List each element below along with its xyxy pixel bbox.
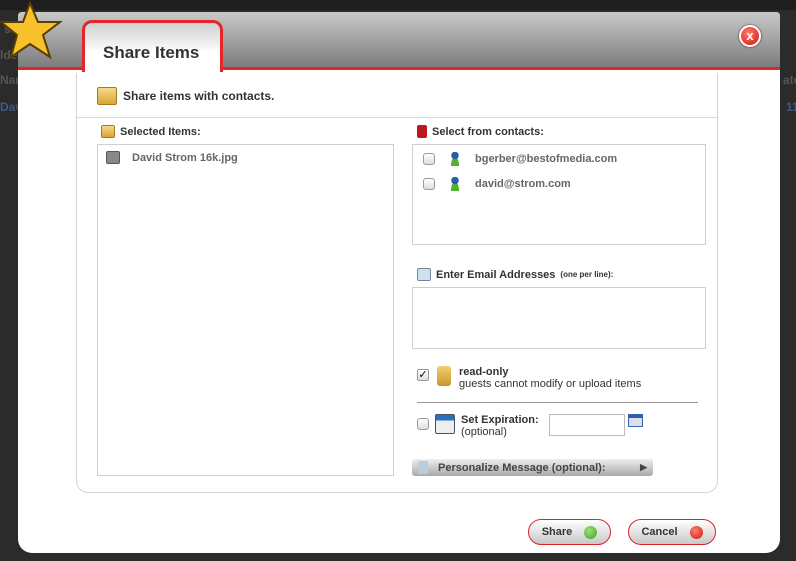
subtitle: Share items with contacts. (97, 87, 274, 105)
read-only-option: ✓ read-only guests cannot modify or uploa… (417, 366, 641, 390)
selected-items-list[interactable]: David Strom 16k.jpg (97, 144, 394, 476)
folder-icon (97, 87, 117, 105)
expiration-option: Set Expiration: (optional) (417, 414, 539, 438)
email-addresses-input[interactable] (412, 287, 706, 349)
contact-email: david@strom.com (475, 178, 571, 190)
email-icon (417, 268, 431, 281)
cancel-button[interactable]: Cancel (628, 519, 716, 545)
note-icon (418, 461, 428, 474)
folder-icon (101, 125, 115, 138)
subtitle-text: Share items with contacts. (123, 89, 275, 103)
item-name: David Strom 16k.jpg (132, 151, 238, 164)
address-book-icon (417, 125, 427, 138)
background-text: 11 (786, 100, 796, 114)
read-only-title: read-only (459, 366, 509, 378)
contact-row[interactable]: bgerber@bestofmedia.com (423, 152, 617, 166)
personalize-message-toggle[interactable]: Personalize Message (optional): ▶ (412, 459, 653, 476)
star-icon (0, 0, 63, 60)
expiration-hint: (optional) (461, 426, 507, 438)
check-go-icon (584, 525, 598, 539)
contact-checkbox[interactable] (423, 178, 435, 190)
stop-icon (689, 525, 703, 539)
personalize-label: Personalize Message (optional): (438, 461, 606, 474)
share-items-dialog: Share Items x Share items with contacts.… (18, 12, 780, 553)
label-text: Select from contacts: (432, 125, 544, 138)
background-text: ate (783, 73, 796, 87)
label-text: Selected Items: (120, 125, 201, 138)
dialog-title-tab: Share Items (82, 20, 223, 72)
calendar-icon[interactable] (628, 414, 643, 427)
contact-email: bgerber@bestofmedia.com (475, 153, 618, 165)
calendar-date-icon (435, 414, 455, 434)
divider (77, 117, 717, 118)
share-button[interactable]: Share (528, 519, 611, 545)
image-file-icon (106, 151, 120, 164)
selected-items-label: Selected Items: (101, 125, 201, 138)
label-text: Enter Email Addresses (436, 268, 556, 281)
cancel-label: Cancel (641, 526, 678, 538)
expiration-checkbox[interactable] (417, 418, 429, 430)
email-label: Enter Email Addresses (one per line): (417, 268, 613, 281)
share-panel: Share items with contacts. Selected Item… (76, 73, 718, 493)
read-only-description: guests cannot modify or upload items (459, 378, 642, 390)
user-icon (449, 152, 461, 166)
user-icon (449, 177, 461, 191)
share-label: Share (541, 526, 573, 538)
lock-icon (437, 366, 451, 386)
contacts-list: bgerber@bestofmedia.com david@strom.com (412, 144, 706, 245)
dialog-title: Share Items (103, 43, 200, 62)
triangle-right-icon: ▶ (640, 462, 647, 472)
list-item[interactable]: David Strom 16k.jpg (106, 151, 238, 164)
contacts-label: Select from contacts: (417, 125, 544, 138)
page-top-bar (0, 0, 796, 10)
divider (417, 402, 698, 403)
contact-row[interactable]: david@strom.com (423, 177, 571, 191)
expiration-title: Set Expiration: (461, 414, 539, 426)
read-only-checkbox[interactable]: ✓ (417, 369, 429, 381)
close-button[interactable]: x (739, 25, 761, 47)
expiration-date-input[interactable] (549, 414, 625, 436)
label-hint: (one per line): (560, 270, 614, 279)
contact-checkbox[interactable] (423, 153, 435, 165)
